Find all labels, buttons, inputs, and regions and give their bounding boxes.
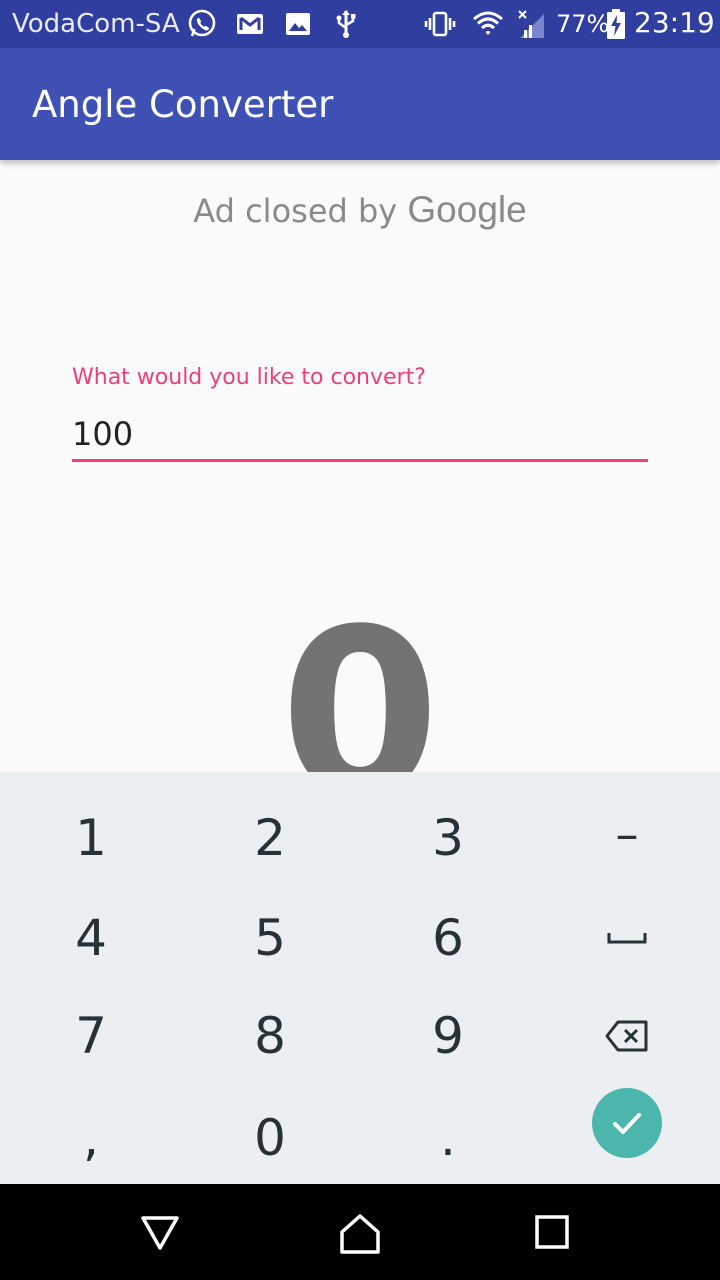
space-icon <box>607 933 647 944</box>
key-3[interactable]: 3 <box>359 788 537 888</box>
navigation-bar <box>0 1184 720 1280</box>
result-value: 0 <box>279 581 441 773</box>
back-icon[interactable] <box>134 1206 186 1258</box>
wifi-icon <box>472 8 504 40</box>
app-bar: Angle Converter <box>0 48 720 160</box>
key-6[interactable]: 6 <box>359 888 537 988</box>
key-7[interactable]: 7 <box>2 986 180 1086</box>
gallery-icon <box>282 8 314 40</box>
key-9[interactable]: 9 <box>359 986 537 1086</box>
convert-input-label: What would you like to convert? <box>72 365 426 390</box>
key-4[interactable]: 4 <box>2 888 180 988</box>
usb-icon <box>330 8 362 40</box>
convert-input[interactable] <box>72 412 648 456</box>
gmail-icon <box>234 8 266 40</box>
key-1[interactable]: 1 <box>2 788 180 888</box>
key-backspace[interactable] <box>538 986 716 1086</box>
key-space[interactable] <box>538 888 716 988</box>
key-8[interactable]: 8 <box>181 986 359 1086</box>
key-comma[interactable]: , <box>2 1088 180 1188</box>
backspace-icon <box>605 1020 648 1052</box>
app-title: Angle Converter <box>32 83 334 126</box>
key-5[interactable]: 5 <box>181 888 359 988</box>
google-logo-text: Google <box>407 189 527 230</box>
key-minus[interactable]: – <box>538 784 716 884</box>
done-button[interactable] <box>592 1088 662 1158</box>
done-check-icon <box>613 1113 641 1134</box>
home-icon[interactable] <box>334 1206 386 1258</box>
clock: 23:19 <box>634 6 715 39</box>
ad-closed-text: Ad closed by <box>193 192 408 230</box>
key-0[interactable]: 0 <box>181 1088 359 1188</box>
status-bar: VodaCom-SA 77% 23:19 <box>0 0 720 48</box>
battery-percent: 77% <box>556 10 610 38</box>
signal-icon <box>516 8 548 40</box>
result-area: 0 <box>0 560 720 773</box>
key-period[interactable]: . <box>359 1088 537 1188</box>
vibrate-icon <box>424 8 456 40</box>
numeric-keyboard: 1 2 3 – 4 5 6 7 8 9 , 0 . <box>0 772 720 1184</box>
battery-charging-icon <box>604 8 628 40</box>
carrier-name: VodaCom-SA <box>12 9 180 39</box>
ad-closed-notice: Ad closed by Google <box>0 186 720 235</box>
input-underline <box>72 459 648 462</box>
recents-icon[interactable] <box>526 1206 578 1258</box>
key-2[interactable]: 2 <box>181 788 359 888</box>
whatsapp-icon <box>186 8 218 40</box>
